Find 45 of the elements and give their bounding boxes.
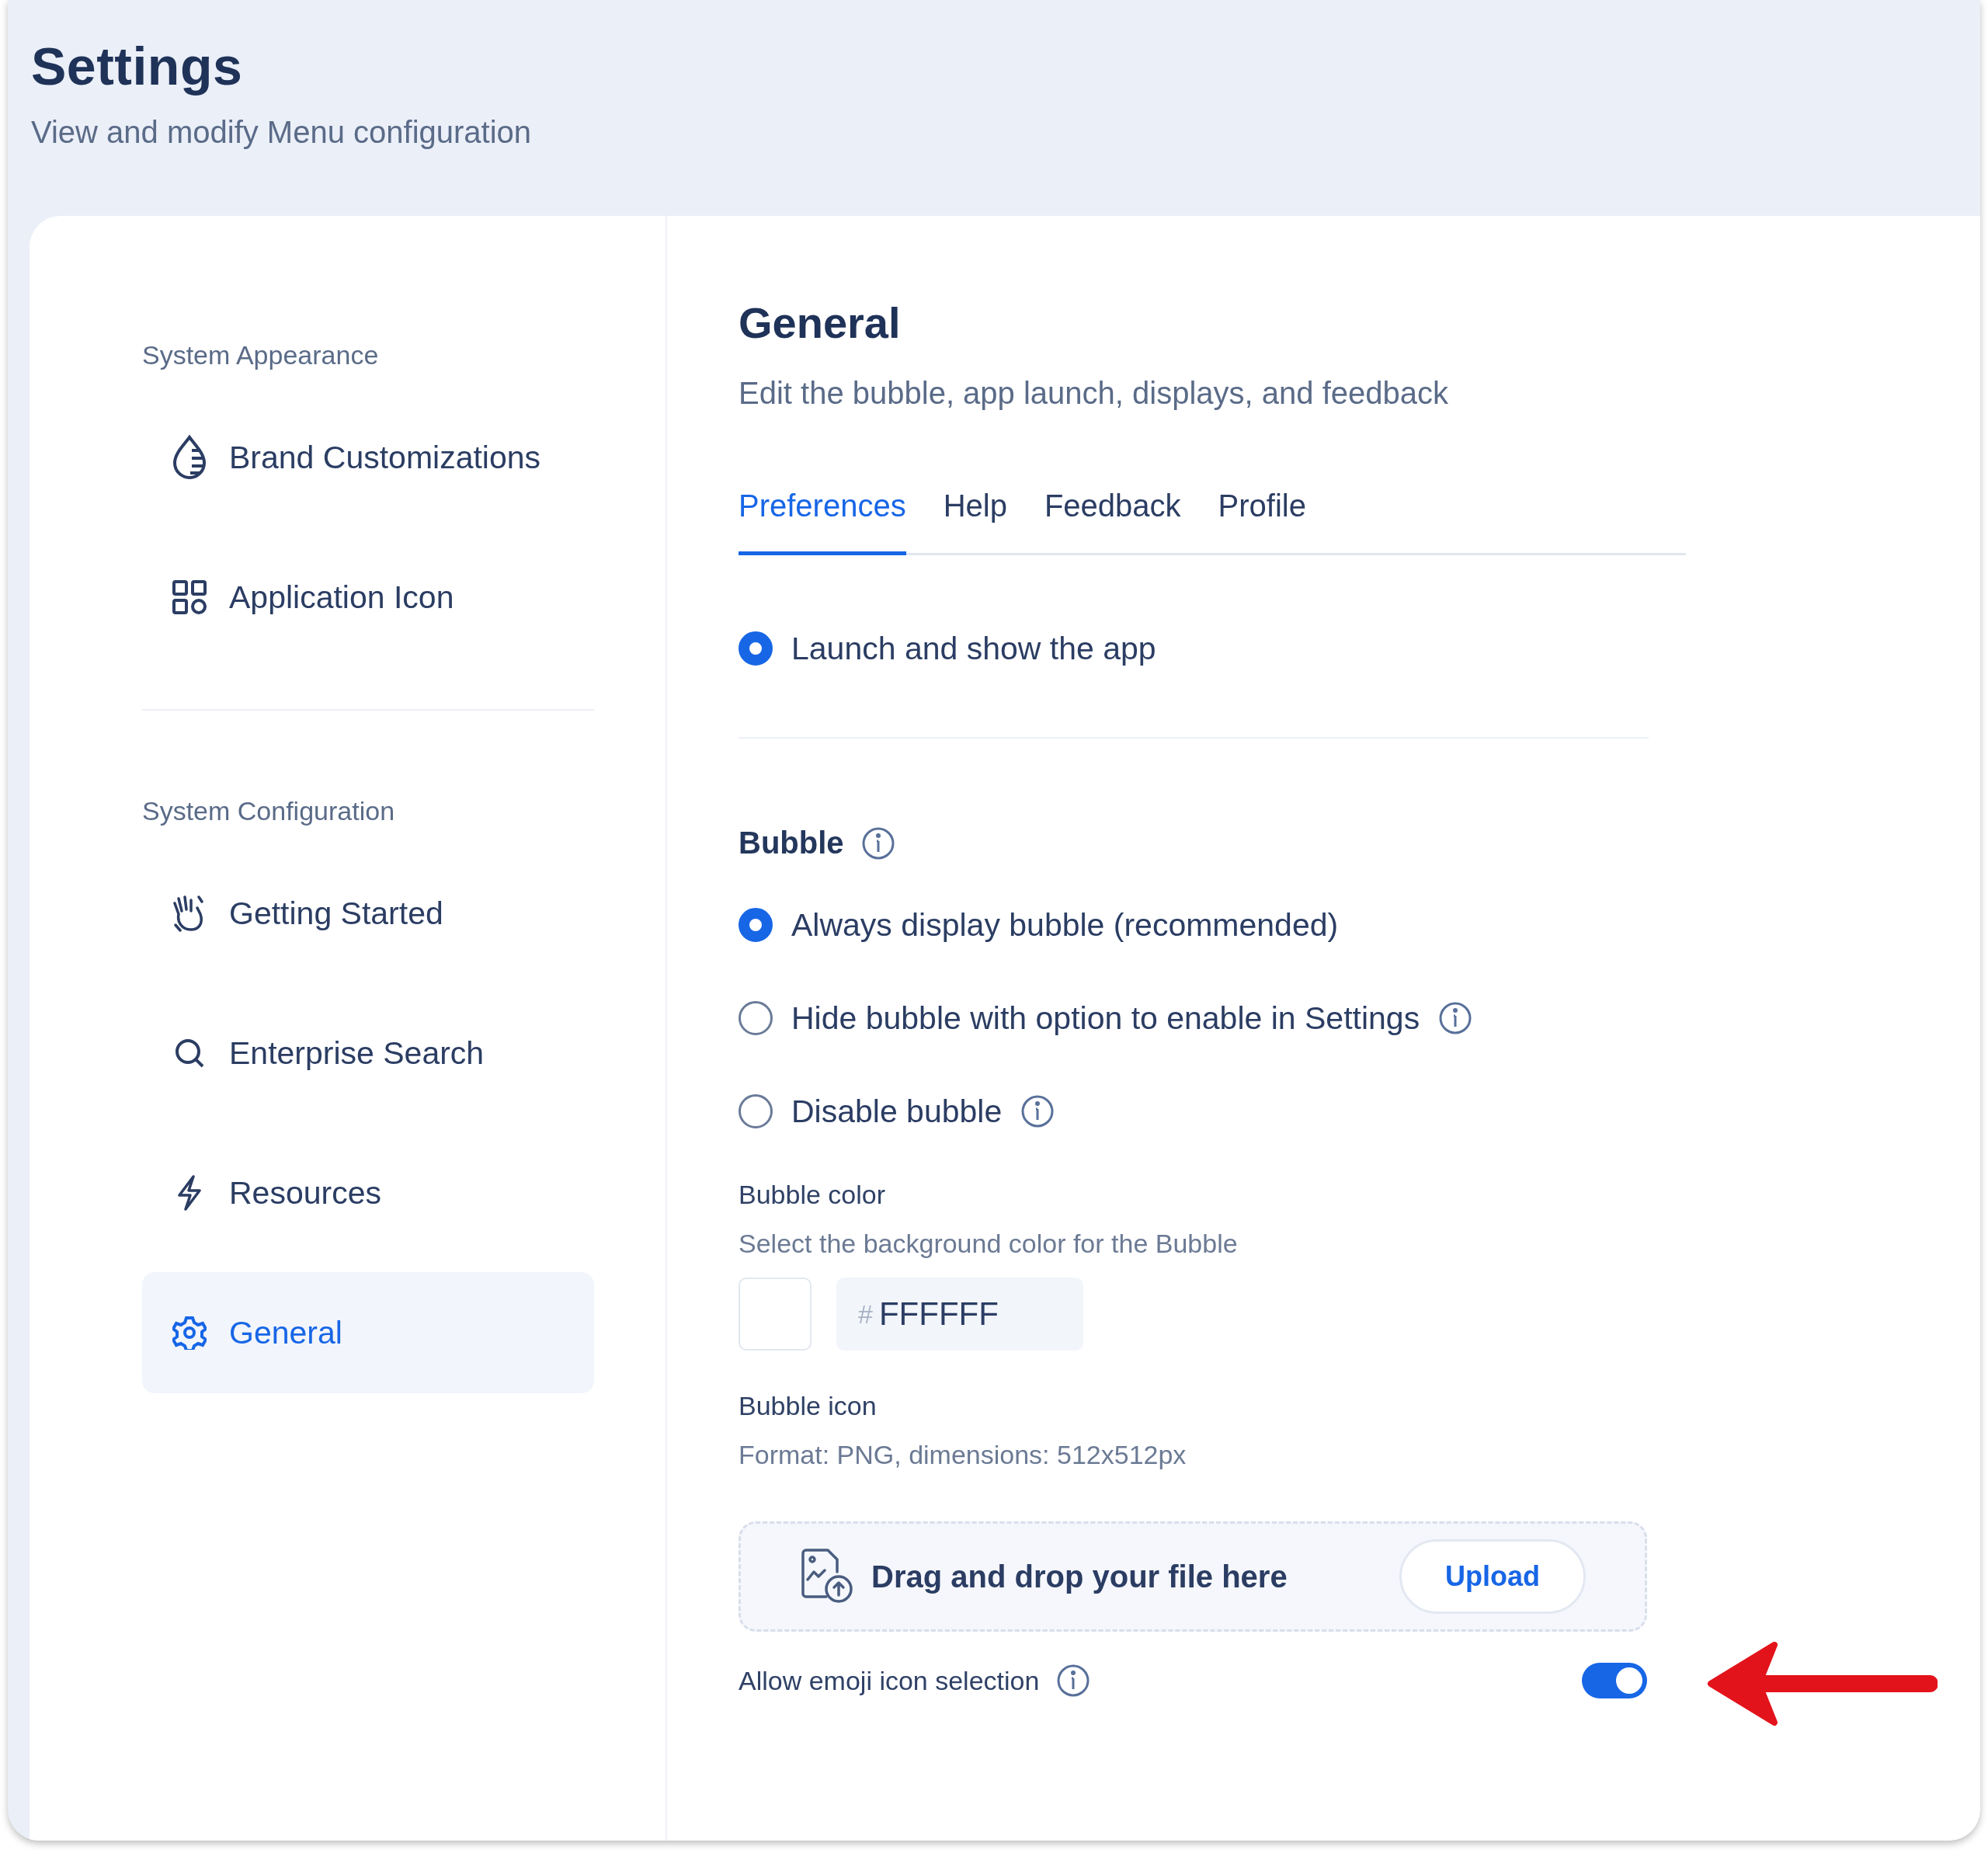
tab[interactable]: Feedback — [1044, 488, 1181, 555]
page-title: Settings — [31, 36, 243, 96]
drop-zone-text: Drag and drop your file here — [871, 1559, 1288, 1594]
radio-button[interactable] — [739, 908, 773, 942]
radio-label[interactable]: Always display bubble (recommended) — [791, 906, 1339, 944]
info-icon[interactable] — [1056, 1664, 1091, 1698]
sidebar-item[interactable]: Getting Started — [142, 853, 594, 974]
radio-button[interactable] — [739, 631, 773, 666]
sidebar-item[interactable]: Brand Customizations — [142, 397, 594, 518]
hex-color-field[interactable]: # FFFFFF — [836, 1278, 1083, 1351]
radio-button[interactable] — [739, 1094, 773, 1128]
info-icon[interactable] — [860, 826, 895, 860]
field-description: Select the background color for the Bubble — [739, 1229, 1238, 1259]
section-title: General — [739, 297, 901, 348]
lightning-bolt-icon — [176, 1175, 203, 1211]
radio-label[interactable]: Disable bubble — [791, 1093, 1003, 1130]
color-swatch[interactable] — [739, 1278, 812, 1351]
toggle-switch[interactable] — [1582, 1663, 1647, 1698]
sidebar-item[interactable]: Resources — [142, 1132, 594, 1253]
field-description: Format: PNG, dimensions: 512x512px — [739, 1440, 1187, 1470]
radio-label[interactable]: Hide bubble with option to enable in Settings — [791, 1000, 1420, 1037]
grid-icon — [172, 580, 207, 614]
info-icon[interactable] — [1020, 1094, 1055, 1128]
drop-icon — [172, 435, 207, 480]
upload-button[interactable]: Upload — [1399, 1539, 1586, 1614]
toggle-label: Allow emoji icon selection — [739, 1665, 1040, 1696]
file-drop-zone[interactable]: Drag and drop your file here Upload — [739, 1521, 1647, 1632]
field-label: Bubble icon — [739, 1391, 877, 1421]
search-icon — [174, 1038, 205, 1069]
section-label: System Appearance — [142, 340, 379, 370]
radio-label[interactable]: Launch and show the app — [791, 630, 1156, 667]
field-label: Bubble color — [739, 1180, 885, 1210]
section-label: System Configuration — [142, 796, 395, 826]
bubble-heading: Bubble — [739, 826, 844, 860]
tab[interactable]: Profile — [1218, 488, 1306, 555]
page-subtitle: View and modify Menu configuration — [31, 115, 532, 150]
tab[interactable]: Help — [943, 488, 1007, 555]
info-icon[interactable] — [1438, 1001, 1473, 1035]
tab[interactable]: Preferences — [739, 488, 906, 555]
section-subtitle: Edit the bubble, app launch, displays, and feedback — [739, 376, 1448, 411]
settings-icon — [172, 1316, 207, 1350]
sidebar-item[interactable]: Application Icon — [142, 537, 594, 658]
radio-button[interactable] — [739, 1001, 773, 1035]
sidebar-item[interactable]: General — [142, 1272, 594, 1393]
sidebar-item[interactable]: Enterprise Search — [142, 993, 594, 1114]
